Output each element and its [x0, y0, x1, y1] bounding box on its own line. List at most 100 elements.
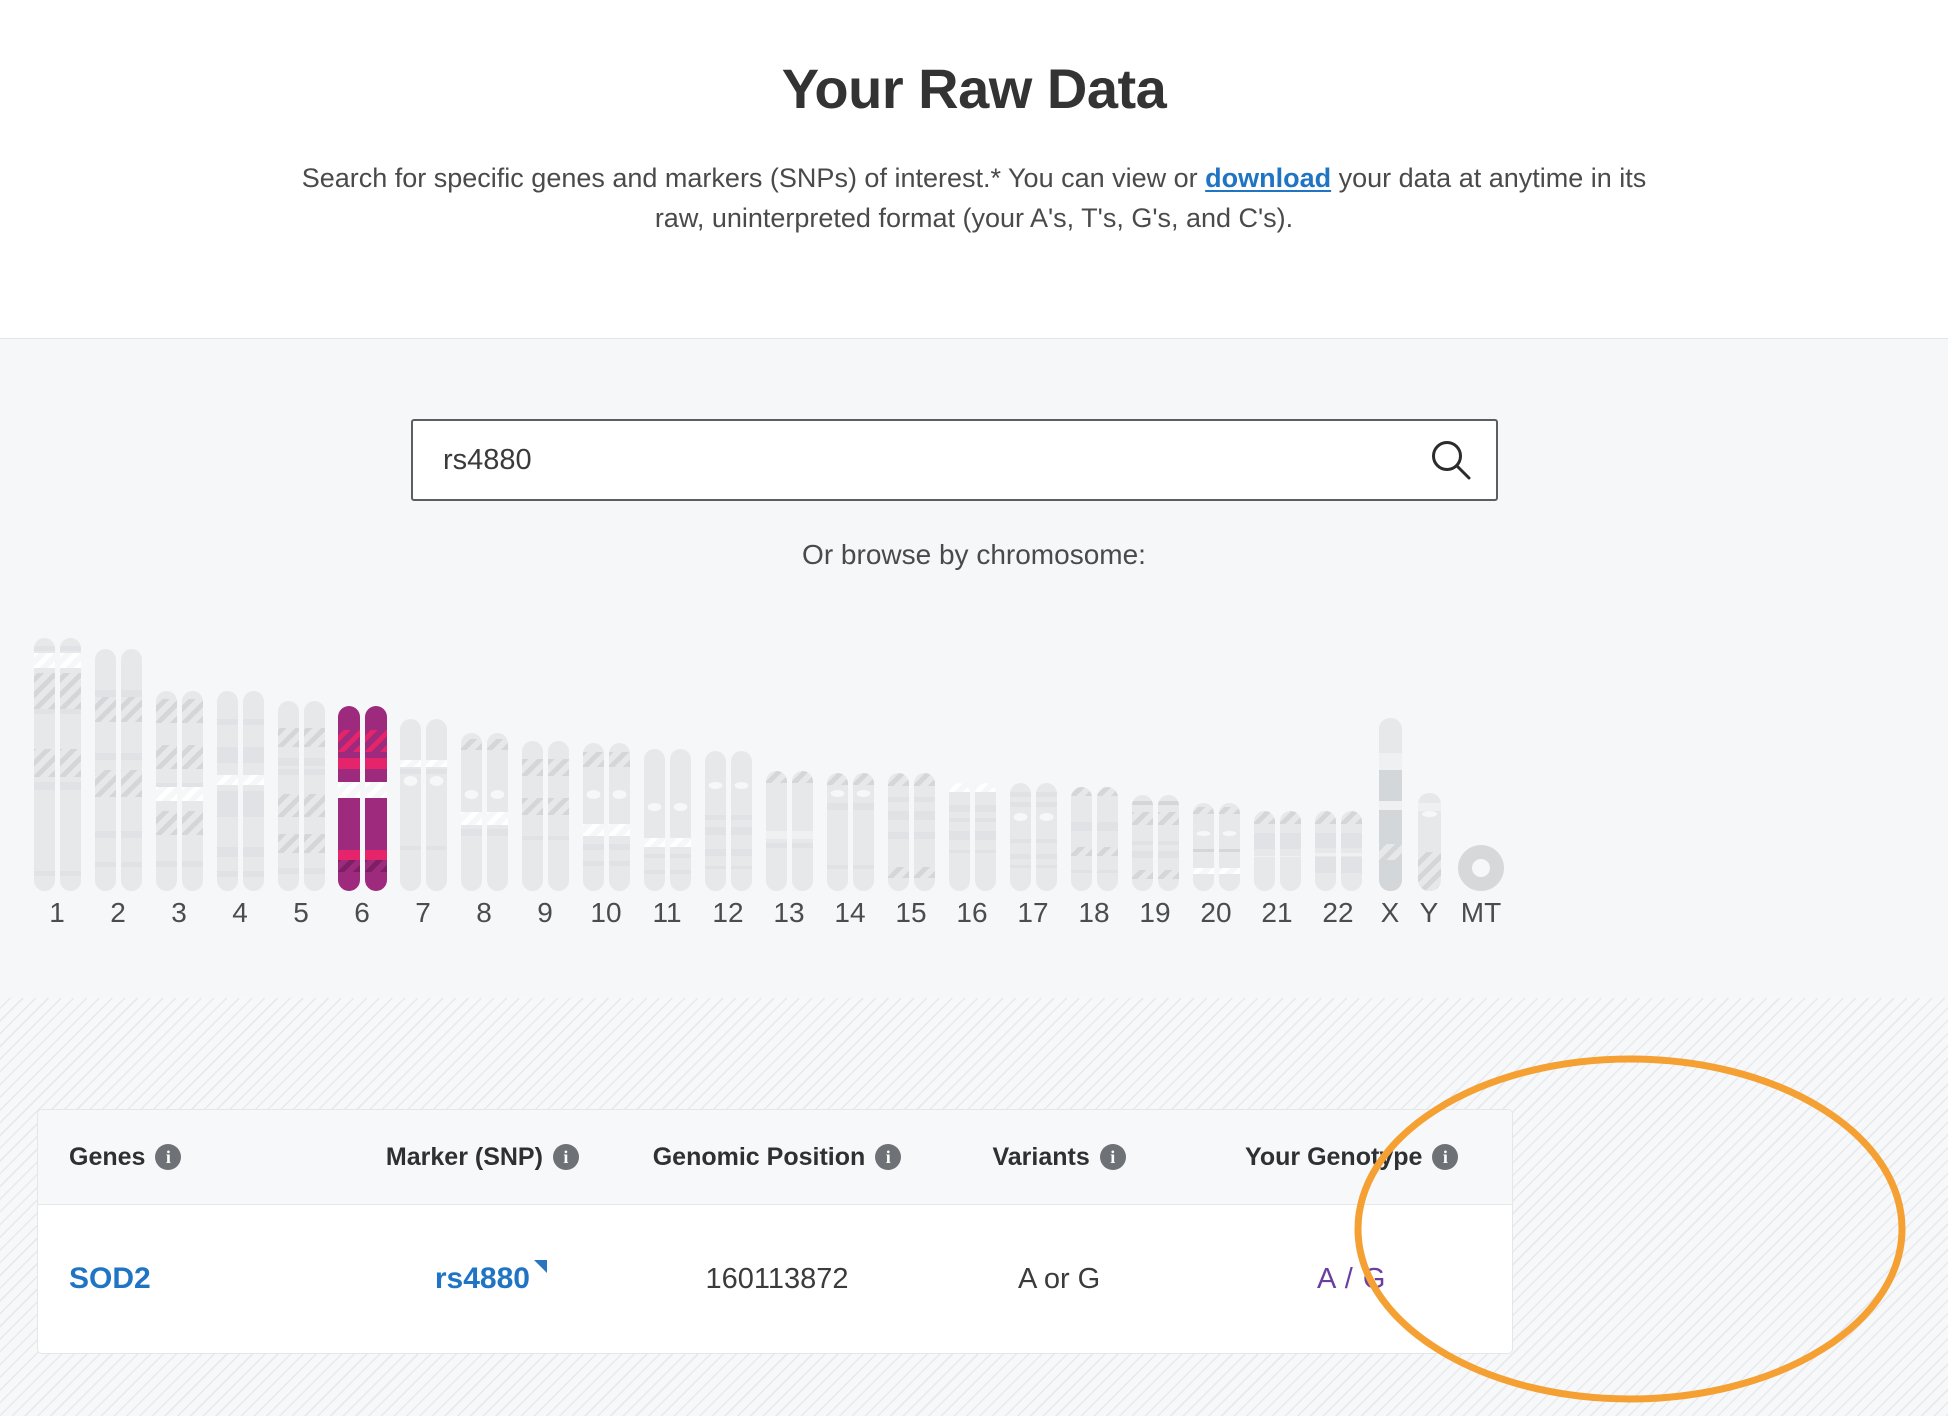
column-header-variants-label: Variants: [992, 1142, 1090, 1171]
chromosome-label-MT: MT: [1460, 897, 1502, 928]
chromosome-band: [582, 861, 604, 866]
chromosome-band: [1314, 857, 1336, 874]
column-header-your-genotype-label: Your Genotype: [1245, 1142, 1423, 1171]
chromatid: [521, 741, 543, 891]
chromosome-band: [33, 782, 55, 790]
chromosome-band: [1039, 813, 1053, 821]
browse-section: Or browse by chromosome: 123456789101112…: [0, 339, 1948, 998]
chromosome-band: [94, 861, 116, 867]
chromosome-MT[interactable]: MT: [1441, 601, 1521, 927]
column-header-marker-label: Marker (SNP): [385, 1142, 543, 1171]
search-box[interactable]: [411, 419, 1498, 501]
chromosome-MT-glyph: [1441, 601, 1521, 891]
info-icon-genes[interactable]: i: [155, 1144, 182, 1170]
chromosome-band: [94, 697, 116, 722]
chromosome-band: [1192, 806, 1214, 815]
chromosome-band: [887, 773, 909, 786]
column-header-genes-label: Genes: [69, 1142, 146, 1171]
chromosome-band: [460, 812, 482, 825]
chromosome-band: [948, 849, 970, 854]
column-header-genes[interactable]: Genes i: [38, 1143, 338, 1172]
page-header: Your Raw Data Search for specific genes …: [0, 0, 1948, 339]
chromosome-band: [1253, 833, 1275, 850]
chromosome-band: [643, 854, 665, 859]
table-row: SOD2 rs4880 160113872 A or G A / G: [38, 1205, 1512, 1353]
download-link[interactable]: download: [1205, 163, 1331, 193]
column-header-genomic-position[interactable]: Genomic Position i: [627, 1143, 927, 1172]
column-header-marker[interactable]: Marker (SNP) i: [338, 1143, 628, 1172]
chromosome-band: [1070, 787, 1092, 797]
chromosome-band: [216, 791, 238, 817]
chromosome-ideogram: 1 2 3 4 5 6 7 8 9 10 11 12 13 14 15 16 17 18 19 20 21 22 X Y MT: [0, 587, 1948, 927]
chromosome-band: [216, 871, 238, 877]
chromosome-band: [33, 749, 55, 778]
chromosome-band: [1421, 810, 1437, 817]
chromosome-band: [1131, 850, 1153, 859]
chromosome-band: [33, 673, 55, 709]
column-header-variants[interactable]: Variants i: [927, 1143, 1192, 1172]
chromatid: [887, 773, 909, 891]
chromatid: [582, 743, 604, 891]
chromosome-band: [216, 747, 238, 763]
page-subtitle: Search for specific genes and markers (S…: [274, 120, 1674, 239]
chromosome-band: [830, 789, 844, 797]
chromatid: [1253, 811, 1275, 891]
chromatid: [277, 701, 299, 891]
chromatid: [216, 691, 238, 891]
column-header-your-genotype[interactable]: Your Genotype i: [1191, 1143, 1512, 1172]
chromatid: [643, 749, 665, 891]
chromosome-band: [1192, 848, 1214, 853]
chromosome-band: [337, 859, 360, 873]
chromosome-band: [155, 787, 177, 801]
search-bar: [411, 419, 1498, 501]
gene-link[interactable]: SOD2: [69, 1262, 151, 1295]
marker-link[interactable]: rs4880: [435, 1262, 530, 1295]
info-icon-genomic-position[interactable]: i: [875, 1144, 902, 1170]
search-input[interactable]: [441, 442, 1428, 478]
chromosome-band: [826, 802, 848, 810]
chromatid: [948, 783, 970, 891]
chromosome-band: [704, 815, 726, 820]
chromosome-band: [460, 829, 482, 836]
your-genotype-value: A / G: [1316, 1262, 1387, 1295]
info-icon-variants[interactable]: i: [1099, 1144, 1126, 1170]
chromosome-band: [643, 838, 665, 847]
browse-by-chromosome-label: Or browse by chromosome:: [802, 539, 1146, 570]
chromosome-band: [94, 690, 116, 698]
chromosome-band: [277, 769, 299, 776]
chromosome-band: [155, 745, 177, 769]
chromosome-band: [1314, 833, 1336, 848]
chromosome-band: [887, 796, 909, 803]
chromosome-band: [582, 843, 604, 850]
chromosome-band: [277, 868, 299, 874]
chromosome-band: [1131, 812, 1153, 825]
info-icon-your-genotype[interactable]: i: [1432, 1144, 1459, 1170]
chromatid: [704, 751, 726, 891]
chromosome-band: [33, 708, 55, 714]
info-icon-marker[interactable]: i: [552, 1144, 579, 1170]
chromosome-band: [704, 826, 726, 835]
chromosome-band: [1131, 869, 1153, 879]
chromosome-band: [216, 847, 238, 857]
cell-gene: SOD2: [38, 1262, 338, 1296]
results-section: Genes i Marker (SNP) i Genomic Position i V…: [0, 998, 1948, 1416]
search-icon[interactable]: [1428, 437, 1474, 483]
marker-link-wrap[interactable]: rs4880: [435, 1260, 547, 1296]
chromatid: [1417, 793, 1441, 891]
chromatid: [1009, 783, 1031, 891]
chromosome-band: [464, 789, 478, 800]
chromatid: [399, 719, 421, 891]
chromosome-band: [948, 783, 970, 792]
chromosome-band: [521, 835, 543, 840]
chromosome-band: [277, 727, 299, 747]
chromatid: [1131, 795, 1153, 891]
chromosome-band: [582, 824, 604, 837]
chromosome-band: [399, 760, 421, 768]
chromosome-band: [1222, 831, 1236, 837]
table-header-row: Genes i Marker (SNP) i Genomic Position i V…: [38, 1110, 1512, 1205]
page-title: Your Raw Data: [781, 57, 1167, 120]
chromatid: [1070, 787, 1092, 891]
chromosome-band: [887, 832, 909, 840]
cell-variants: A or G: [927, 1263, 1192, 1296]
chromosome-band: [1417, 851, 1441, 891]
